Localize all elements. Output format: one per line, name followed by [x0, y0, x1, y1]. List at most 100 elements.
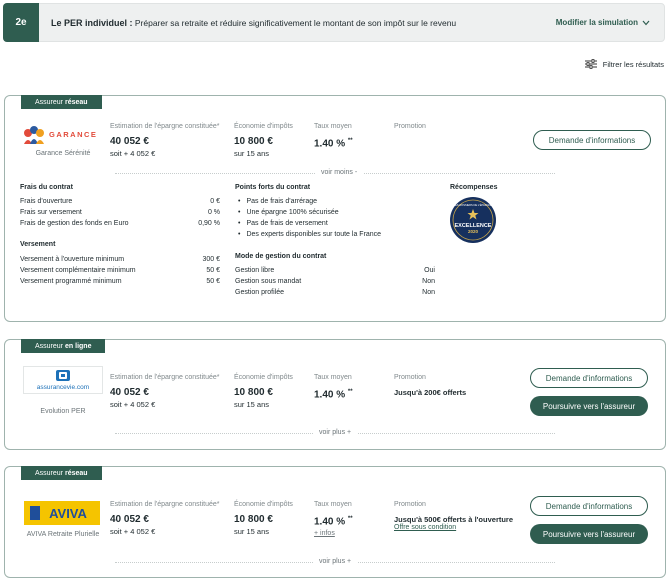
request-info-button[interactable]: Demande d'informations — [533, 130, 651, 150]
rate-number: 1.40 % — [314, 516, 346, 528]
savings-value: 40 052 € — [110, 387, 149, 398]
banner-title: Le PER individuel : Préparer sa retraite… — [51, 18, 456, 28]
see-more-toggle[interactable]: voir plus + — [313, 558, 358, 565]
insurer-type-tag: Assureur en ligne — [21, 339, 106, 353]
award-year-text: 2020 — [468, 229, 479, 234]
management-row: Gestion libre Oui — [235, 267, 435, 274]
simulation-banner: 2e Le PER individuel : Préparer sa retra… — [3, 3, 665, 42]
payment-value: 300 € — [202, 256, 220, 263]
tax-value: 10 800 € — [234, 387, 273, 398]
aviva-logo-icon: AVIVA — [30, 506, 88, 521]
fee-value: 0 % — [207, 209, 220, 216]
aviva-logo-text: AVIVA — [49, 506, 87, 521]
payment-row: Versement programmé minimum 50 € — [20, 278, 220, 285]
assurancevie-logo-text: assurancevie.com — [37, 384, 89, 391]
tag-prefix: Assureur — [35, 469, 64, 477]
payment-value: 50 € — [206, 278, 220, 285]
strength-item: Pas de frais d'arrérage — [238, 198, 317, 205]
tax-label: Économie d'impôts — [234, 123, 293, 130]
offer-condition-link[interactable]: Offre sous condition — [394, 524, 456, 531]
tag-prefix: Assureur — [35, 342, 64, 350]
management-row: Gestion profilée Non — [235, 289, 435, 296]
garance-logo-text: GARANCE — [49, 130, 97, 139]
assurancevie-logo-icon: assurancevie.com — [37, 370, 89, 391]
rate-mark: ** — [347, 389, 353, 395]
offer-card-garance: Assureur réseau GARANCE Garance Sérénité … — [4, 95, 666, 322]
fee-label: Frais d'ouverture — [20, 198, 73, 205]
savings-label: Estimation de l'épargne constituée* — [110, 123, 220, 130]
payment-label: Versement programmé minimum — [20, 278, 122, 285]
fee-value: 0 € — [210, 198, 220, 205]
tax-value: 10 800 € — [234, 136, 273, 147]
fee-row: Frais de gestion des fonds en Euro 0,90 % — [20, 220, 220, 227]
savings-value: 40 052 € — [110, 136, 149, 147]
step-badge: 2e — [3, 3, 39, 42]
management-row: Gestion sous mandat Non — [235, 278, 435, 285]
banner-title-text: Préparer sa retraite et réduire signific… — [132, 17, 457, 28]
rate-number: 1.40 % — [314, 389, 346, 401]
tax-sub: sur 15 ans — [234, 527, 270, 536]
savings-label: Estimation de l'épargne constituée* — [110, 501, 220, 508]
tax-label: Économie d'impôts — [234, 374, 293, 381]
payment-label: Versement à l'ouverture minimum — [20, 256, 125, 263]
rate-value: 1.40 % ** — [314, 138, 353, 149]
promo-value: Jusqu'à 500€ offerts à l'ouverture — [394, 515, 514, 524]
product-name: AVIVA Retraite Plurielle — [26, 531, 100, 538]
insurer-logo-aviva: AVIVA — [24, 501, 100, 525]
insurer-type-tag: Assureur réseau — [21, 466, 102, 480]
rate-label: Taux moyen — [314, 123, 352, 130]
sliders-icon — [584, 59, 597, 69]
insurer-logo-assurancevie: assurancevie.com — [23, 366, 103, 394]
rate-number: 1.40 % — [314, 138, 346, 150]
fee-value: 0,90 % — [198, 220, 220, 227]
tax-value: 10 800 € — [234, 514, 273, 525]
tag-type: réseau — [65, 469, 88, 477]
tax-sub: sur 15 ans — [234, 149, 270, 158]
tag-type: en ligne — [65, 342, 92, 350]
offer-card-aviva: Assureur réseau AVIVA AVIVA Retraite Plur… — [4, 466, 666, 578]
savings-sub: soit + 4 052 € — [110, 527, 156, 536]
filter-label: Filtrer les résultats — [602, 59, 664, 69]
fee-label: Frais de gestion des fonds en Euro — [20, 220, 129, 227]
strength-item: Une épargne 100% sécurisée — [238, 209, 338, 216]
tax-sub: sur 15 ans — [234, 400, 270, 409]
management-value: Non — [422, 289, 435, 296]
rate-label: Taux moyen — [314, 501, 352, 508]
garance-logo-icon: GARANCE — [24, 126, 97, 144]
management-value: Non — [422, 278, 435, 285]
management-label: Gestion profilée — [235, 289, 285, 296]
payment-value: 50 € — [206, 267, 220, 274]
request-info-button[interactable]: Demande d'informations — [530, 368, 648, 388]
rate-value: 1.40 % ** — [314, 516, 353, 527]
fee-row: Frais sur versement 0 % — [20, 209, 220, 216]
strength-item: Des experts disponibles sur toute la Fra… — [238, 231, 381, 238]
filter-results-button[interactable]: Filtrer les résultats — [584, 59, 664, 69]
management-value: Oui — [424, 267, 435, 274]
strengths-title: Points forts du contrat — [235, 184, 311, 191]
continue-to-insurer-button[interactable]: Poursuivre vers l'assureur — [530, 524, 648, 544]
see-less-toggle[interactable]: voir moins - — [315, 169, 364, 176]
more-info-link[interactable]: + infos — [314, 530, 335, 537]
strength-item: Pas de frais de versement — [238, 220, 327, 227]
continue-to-insurer-button[interactable]: Poursuivre vers l'assureur — [530, 396, 648, 416]
savings-value: 40 052 € — [110, 514, 149, 525]
banner-title-bold: Le PER individuel : — [51, 17, 133, 28]
rate-value: 1.40 % ** — [314, 389, 353, 400]
promo-label: Promotion — [394, 374, 426, 381]
chevron-down-icon — [642, 20, 650, 25]
insurer-type-tag: Assureur réseau — [21, 95, 102, 109]
savings-sub: soit + 4 052 € — [110, 149, 156, 158]
request-info-button[interactable]: Demande d'informations — [530, 496, 648, 516]
tag-type: réseau — [65, 98, 88, 106]
tag-prefix: Assureur — [35, 98, 64, 106]
promo-value: Jusqu'à 200€ offerts — [394, 388, 467, 397]
modify-simulation-link[interactable]: Modifier la simulation — [556, 18, 650, 27]
product-name: Garance Sérénité — [35, 150, 91, 157]
fees-title: Frais du contrat — [20, 184, 73, 191]
awards-title: Récompenses — [450, 184, 498, 191]
see-more-toggle[interactable]: voir plus + — [313, 429, 358, 436]
management-label: Gestion sous mandat — [235, 278, 302, 285]
management-label: Gestion libre — [235, 267, 275, 274]
fee-label: Frais sur versement — [20, 209, 82, 216]
rate-mark: ** — [347, 138, 353, 144]
